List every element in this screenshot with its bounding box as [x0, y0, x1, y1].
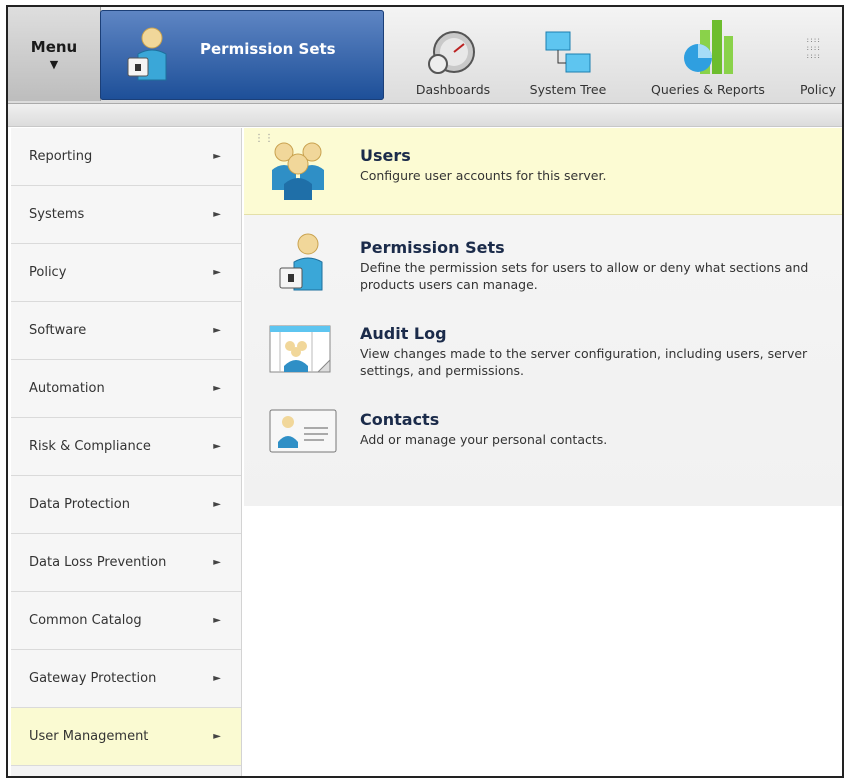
sidebar-item-label: Systems [29, 207, 85, 222]
menu-arrow-icon: ▼ [49, 57, 59, 71]
entry-description: Define the permission sets for users to … [360, 260, 809, 292]
sidebar-item-label: Gateway Protection [29, 671, 157, 686]
main-content: ⋮⋮ Users Configure user accounts for thi… [244, 128, 842, 776]
menu-button[interactable]: Menu ▼ [8, 7, 101, 101]
chevron-right-icon: ► [213, 383, 221, 394]
nav-policy[interactable]: :::: :::: :::: Policy [800, 7, 842, 101]
sidebar-item-systems[interactable]: Systems ► [11, 186, 241, 244]
entry-contacts[interactable]: Contacts Add or manage your personal con… [244, 400, 842, 470]
chevron-right-icon: ► [213, 151, 221, 162]
nav-queries-reports[interactable]: Queries & Reports [638, 7, 778, 101]
chevron-right-icon: ► [213, 441, 221, 452]
user-lock-icon [127, 27, 167, 81]
sidebar-item-user-management[interactable]: User Management ► [11, 708, 241, 766]
chevron-right-icon: ► [213, 557, 221, 568]
sidebar-item-data-protection[interactable]: Data Protection ► [11, 476, 241, 534]
chevron-right-icon: ► [213, 731, 221, 742]
svg-text:::::: :::: [806, 45, 820, 52]
chevron-right-icon: ► [213, 325, 221, 336]
svg-text:::::: :::: [806, 53, 820, 60]
sidebar-item-label: Data Loss Prevention [29, 555, 167, 570]
user-lock-icon [279, 233, 323, 291]
sidebar-item-label: Common Catalog [29, 613, 142, 628]
entry-audit-log[interactable]: Audit Log View changes made to the serve… [244, 314, 842, 394]
nav-system-tree[interactable]: System Tree [518, 7, 618, 101]
sidebar-item-label: Risk & Compliance [29, 439, 151, 454]
sidebar-item-automation[interactable]: Automation ► [11, 360, 241, 418]
users-group-icon [272, 142, 324, 200]
queries-reports-icon [684, 20, 733, 74]
sidebar-item-label: User Management [29, 729, 149, 744]
toolbar-divider-strip [8, 104, 842, 127]
menu-entries-panel: ⋮⋮ Users Configure user accounts for thi… [244, 128, 842, 506]
entry-title: Contacts [360, 410, 440, 429]
nav-label: Policy [800, 82, 836, 97]
policy-icon: :::: :::: :::: [806, 37, 820, 60]
sidebar-item-label: Reporting [29, 149, 93, 164]
top-toolbar: Menu ▼ Permission Sets Dashboards System… [8, 7, 842, 104]
sidebar-item-common-catalog[interactable]: Common Catalog ► [11, 592, 241, 650]
entry-title: Permission Sets [360, 238, 505, 257]
entry-description: View changes made to the server configur… [360, 346, 808, 378]
entry-title: Users [360, 146, 411, 165]
nav-label: System Tree [529, 82, 607, 97]
sidebar-item-reporting[interactable]: Reporting ► [11, 128, 241, 186]
sidebar-item-risk-compliance[interactable]: Risk & Compliance ► [11, 418, 241, 476]
svg-text:::::: :::: [806, 37, 820, 44]
chevron-right-icon: ► [213, 615, 221, 626]
nav-label: Dashboards [415, 82, 491, 97]
contact-card-icon [269, 409, 337, 453]
system-tree-icon [545, 31, 591, 73]
sidebar-item-gateway-protection[interactable]: Gateway Protection ► [11, 650, 241, 708]
nav-dashboards[interactable]: Dashboards [403, 7, 503, 101]
entry-users[interactable]: ⋮⋮ Users Configure user accounts for thi… [244, 128, 842, 215]
sidebar-item-label: Software [29, 323, 87, 338]
entry-description: Add or manage your personal contacts. [360, 432, 608, 447]
sidebar: Reporting ► Systems ► Policy ► Software ► Au… [11, 128, 242, 776]
sidebar-item-label: Automation [29, 381, 105, 396]
audit-log-icon [269, 325, 331, 373]
sidebar-item-data-loss-prevention[interactable]: Data Loss Prevention ► [11, 534, 241, 592]
menu-label: Menu [30, 37, 78, 56]
entry-description: Configure user accounts for this server. [360, 168, 607, 183]
dashboard-gauge-icon [428, 31, 475, 74]
sidebar-item-label: Policy [29, 265, 67, 280]
active-section-tile[interactable]: Permission Sets [100, 10, 384, 100]
chevron-right-icon: ► [213, 267, 221, 278]
chevron-right-icon: ► [213, 673, 221, 684]
app-window: Menu ▼ Permission Sets Dashboards System… [6, 5, 844, 778]
active-section-title: Permission Sets [200, 40, 336, 58]
nav-label: Queries & Reports [651, 82, 765, 97]
chevron-right-icon: ► [213, 209, 221, 220]
entry-title: Audit Log [360, 324, 447, 343]
chevron-right-icon: ► [213, 499, 221, 510]
entry-permission-sets[interactable]: Permission Sets Define the permission se… [244, 228, 842, 308]
sidebar-item-software[interactable]: Software ► [11, 302, 241, 360]
sidebar-item-label: Data Protection [29, 497, 130, 512]
sidebar-item-policy[interactable]: Policy ► [11, 244, 241, 302]
